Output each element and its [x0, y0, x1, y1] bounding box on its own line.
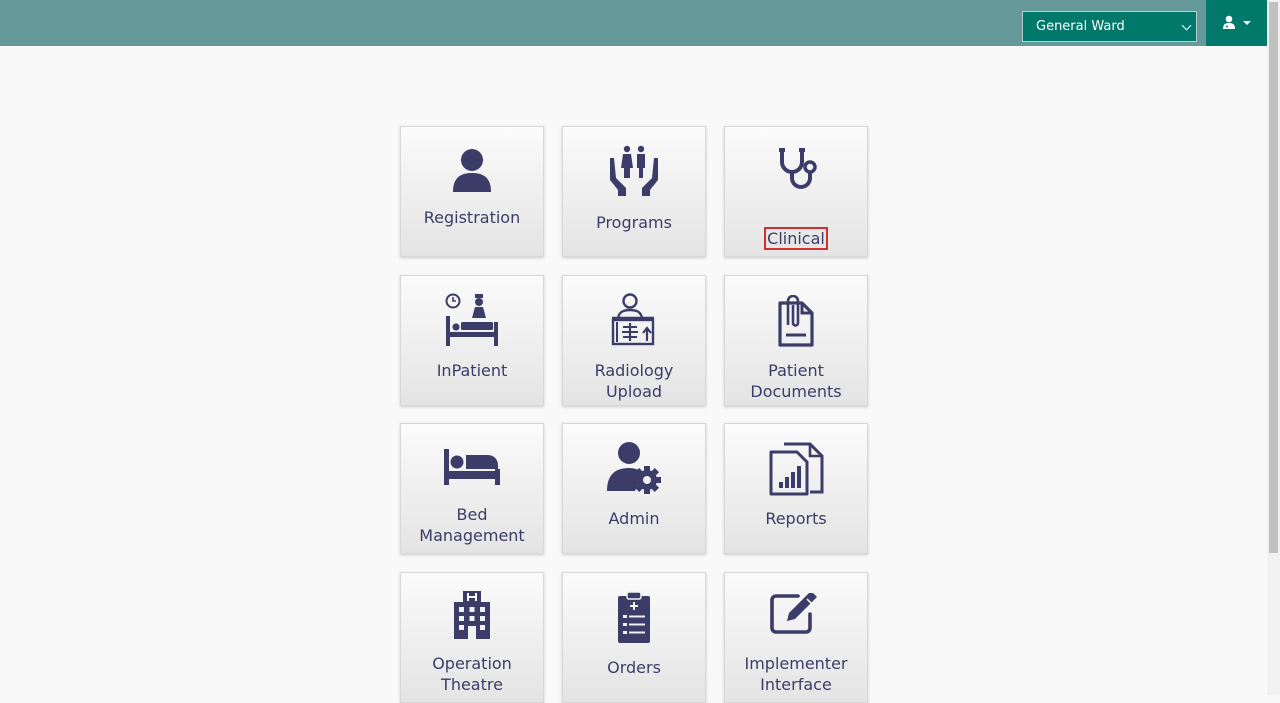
app-tile-registration[interactable]: Registration: [400, 126, 544, 257]
location-select[interactable]: General Ward: [1022, 11, 1197, 42]
bed-icon: [444, 449, 500, 485]
doctor-user-icon: [1223, 15, 1235, 29]
caret-down-icon: [1243, 21, 1251, 25]
app-tile-label: Registration: [423, 208, 521, 227]
location-select-value: General Ward: [1036, 19, 1125, 34]
app-tile-label: Programs: [596, 213, 672, 232]
app-tile-inpatient[interactable]: InPatient: [400, 275, 544, 406]
chevron-down-icon: [1181, 20, 1192, 31]
app-tile-reports[interactable]: Reports: [724, 423, 868, 554]
app-tile-programs[interactable]: Programs: [562, 126, 706, 257]
user-gear-icon: [607, 442, 661, 494]
report-chart-icon: [769, 442, 824, 496]
document-clip-icon: [778, 295, 814, 347]
app-tile-radiology-upload[interactable]: Radiology Upload: [562, 275, 706, 406]
hands-family-icon: [610, 145, 658, 196]
hospital-bed-nurse-icon: [445, 293, 498, 346]
app-tile-implementer-interface[interactable]: Implementer Interface: [724, 572, 868, 703]
xray-icon: [611, 293, 655, 346]
scrollbar-thumb[interactable]: [1269, 2, 1278, 553]
app-tile-label: Bed Management: [419, 505, 525, 545]
hospital-building-icon: [454, 591, 490, 639]
vertical-scrollbar[interactable]: [1267, 0, 1280, 695]
app-tile-label: Implementer Interface: [744, 654, 848, 694]
edit-icon: [770, 593, 817, 634]
app-tile-label: InPatient: [436, 361, 508, 380]
app-tile-label: Orders: [607, 658, 661, 677]
app-tile-label: Reports: [765, 509, 827, 528]
app-tile-operation-theatre[interactable]: Operation Theatre: [400, 572, 544, 703]
app-tile-label: Operation Theatre: [432, 654, 512, 694]
app-tile-patient-documents[interactable]: Patient Documents: [724, 275, 868, 406]
stethoscope-icon: [779, 148, 817, 189]
app-tile-label: Clinical: [725, 207, 867, 250]
app-tile-label: Admin: [608, 509, 660, 528]
app-tile-clinical[interactable]: Clinical: [724, 126, 868, 257]
app-tile-label: Patient Documents: [750, 361, 842, 401]
clipboard-list-icon: [618, 591, 650, 643]
app-tile-admin[interactable]: Admin: [562, 423, 706, 554]
highlight-box: Clinical: [764, 227, 828, 250]
app-tile-bed-management[interactable]: Bed Management: [400, 423, 544, 554]
app-tile-orders[interactable]: Orders: [562, 572, 706, 703]
app-tile-label: Radiology Upload: [594, 361, 674, 401]
person-icon: [453, 149, 491, 192]
top-navbar: General Ward: [0, 0, 1267, 46]
user-menu-button[interactable]: [1206, 0, 1267, 46]
